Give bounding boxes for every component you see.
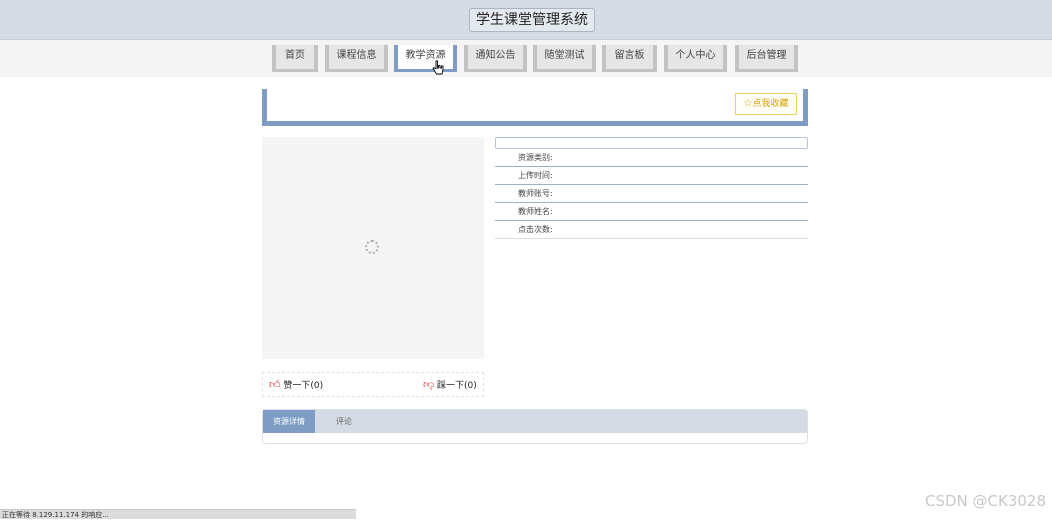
nav-item-courses[interactable]: 课程信息 <box>325 45 388 72</box>
browser-status-bar: 正在等待 8.129.11.174 的响应... <box>0 509 356 519</box>
dislike-button[interactable]: 👎︎ 踩一下(0) <box>423 378 477 391</box>
info-row-clicks: 点击次数: <box>495 221 808 239</box>
thumbs-up-icon: 👍︎ <box>269 378 281 391</box>
nav-item-notices[interactable]: 通知公告 <box>464 45 527 72</box>
detail-title-bar: ☆点我收藏 <box>262 89 808 126</box>
like-button[interactable]: 👍︎ 赞一下(0) <box>269 378 323 391</box>
favorite-label: 点我收藏 <box>752 99 789 109</box>
nav-item-resources[interactable]: 教学资源 <box>394 45 457 72</box>
info-label: 资源类别: <box>518 153 553 162</box>
detail-tabs: 资源详情 评论 <box>262 409 808 444</box>
hand-cursor-icon <box>432 60 444 75</box>
info-row-teacher-account: 教师账号: <box>495 185 808 203</box>
info-label: 上传时间: <box>518 171 553 180</box>
tab-comments[interactable]: 评论 <box>323 410 365 433</box>
info-row-upload-time: 上传时间: <box>495 167 808 185</box>
nav-item-quiz[interactable]: 随堂测试 <box>533 45 596 72</box>
info-label: 教师账号: <box>518 189 553 198</box>
resource-title <box>495 137 808 149</box>
site-title: 学生课堂管理系统 <box>469 8 595 32</box>
info-label: 点击次数: <box>518 225 553 234</box>
info-row-category: 资源类别: <box>495 149 808 167</box>
dislike-label: 踩一下(0) <box>437 381 477 391</box>
info-label: 教师姓名: <box>518 207 553 216</box>
thumbs-down-icon: 👎︎ <box>423 378 435 391</box>
like-label: 赞一下(0) <box>283 381 324 391</box>
info-row-teacher-name: 教师姓名: <box>495 203 808 221</box>
favorite-button[interactable]: ☆点我收藏 <box>735 93 797 115</box>
nav-item-admin[interactable]: 后台管理 <box>735 45 798 72</box>
resource-image <box>262 137 484 359</box>
nav-bar: 首页 课程信息 教学资源 通知公告 随堂测试 留言板 个人中心 后台管理 <box>0 40 1052 77</box>
tab-strip: 资源详情 评论 <box>263 410 807 433</box>
vote-panel: 👍︎ 赞一下(0) 👎︎ 踩一下(0) <box>262 372 484 397</box>
nav-item-home[interactable]: 首页 <box>272 45 318 72</box>
loading-spinner-icon <box>365 240 379 254</box>
nav-item-profile[interactable]: 个人中心 <box>664 45 727 72</box>
watermark: CSDN @CK3028 <box>924 492 1046 510</box>
tab-resource-details[interactable]: 资源详情 <box>263 410 315 433</box>
header: 学生课堂管理系统 <box>0 0 1052 40</box>
nav-item-message-board[interactable]: 留言板 <box>602 45 657 72</box>
